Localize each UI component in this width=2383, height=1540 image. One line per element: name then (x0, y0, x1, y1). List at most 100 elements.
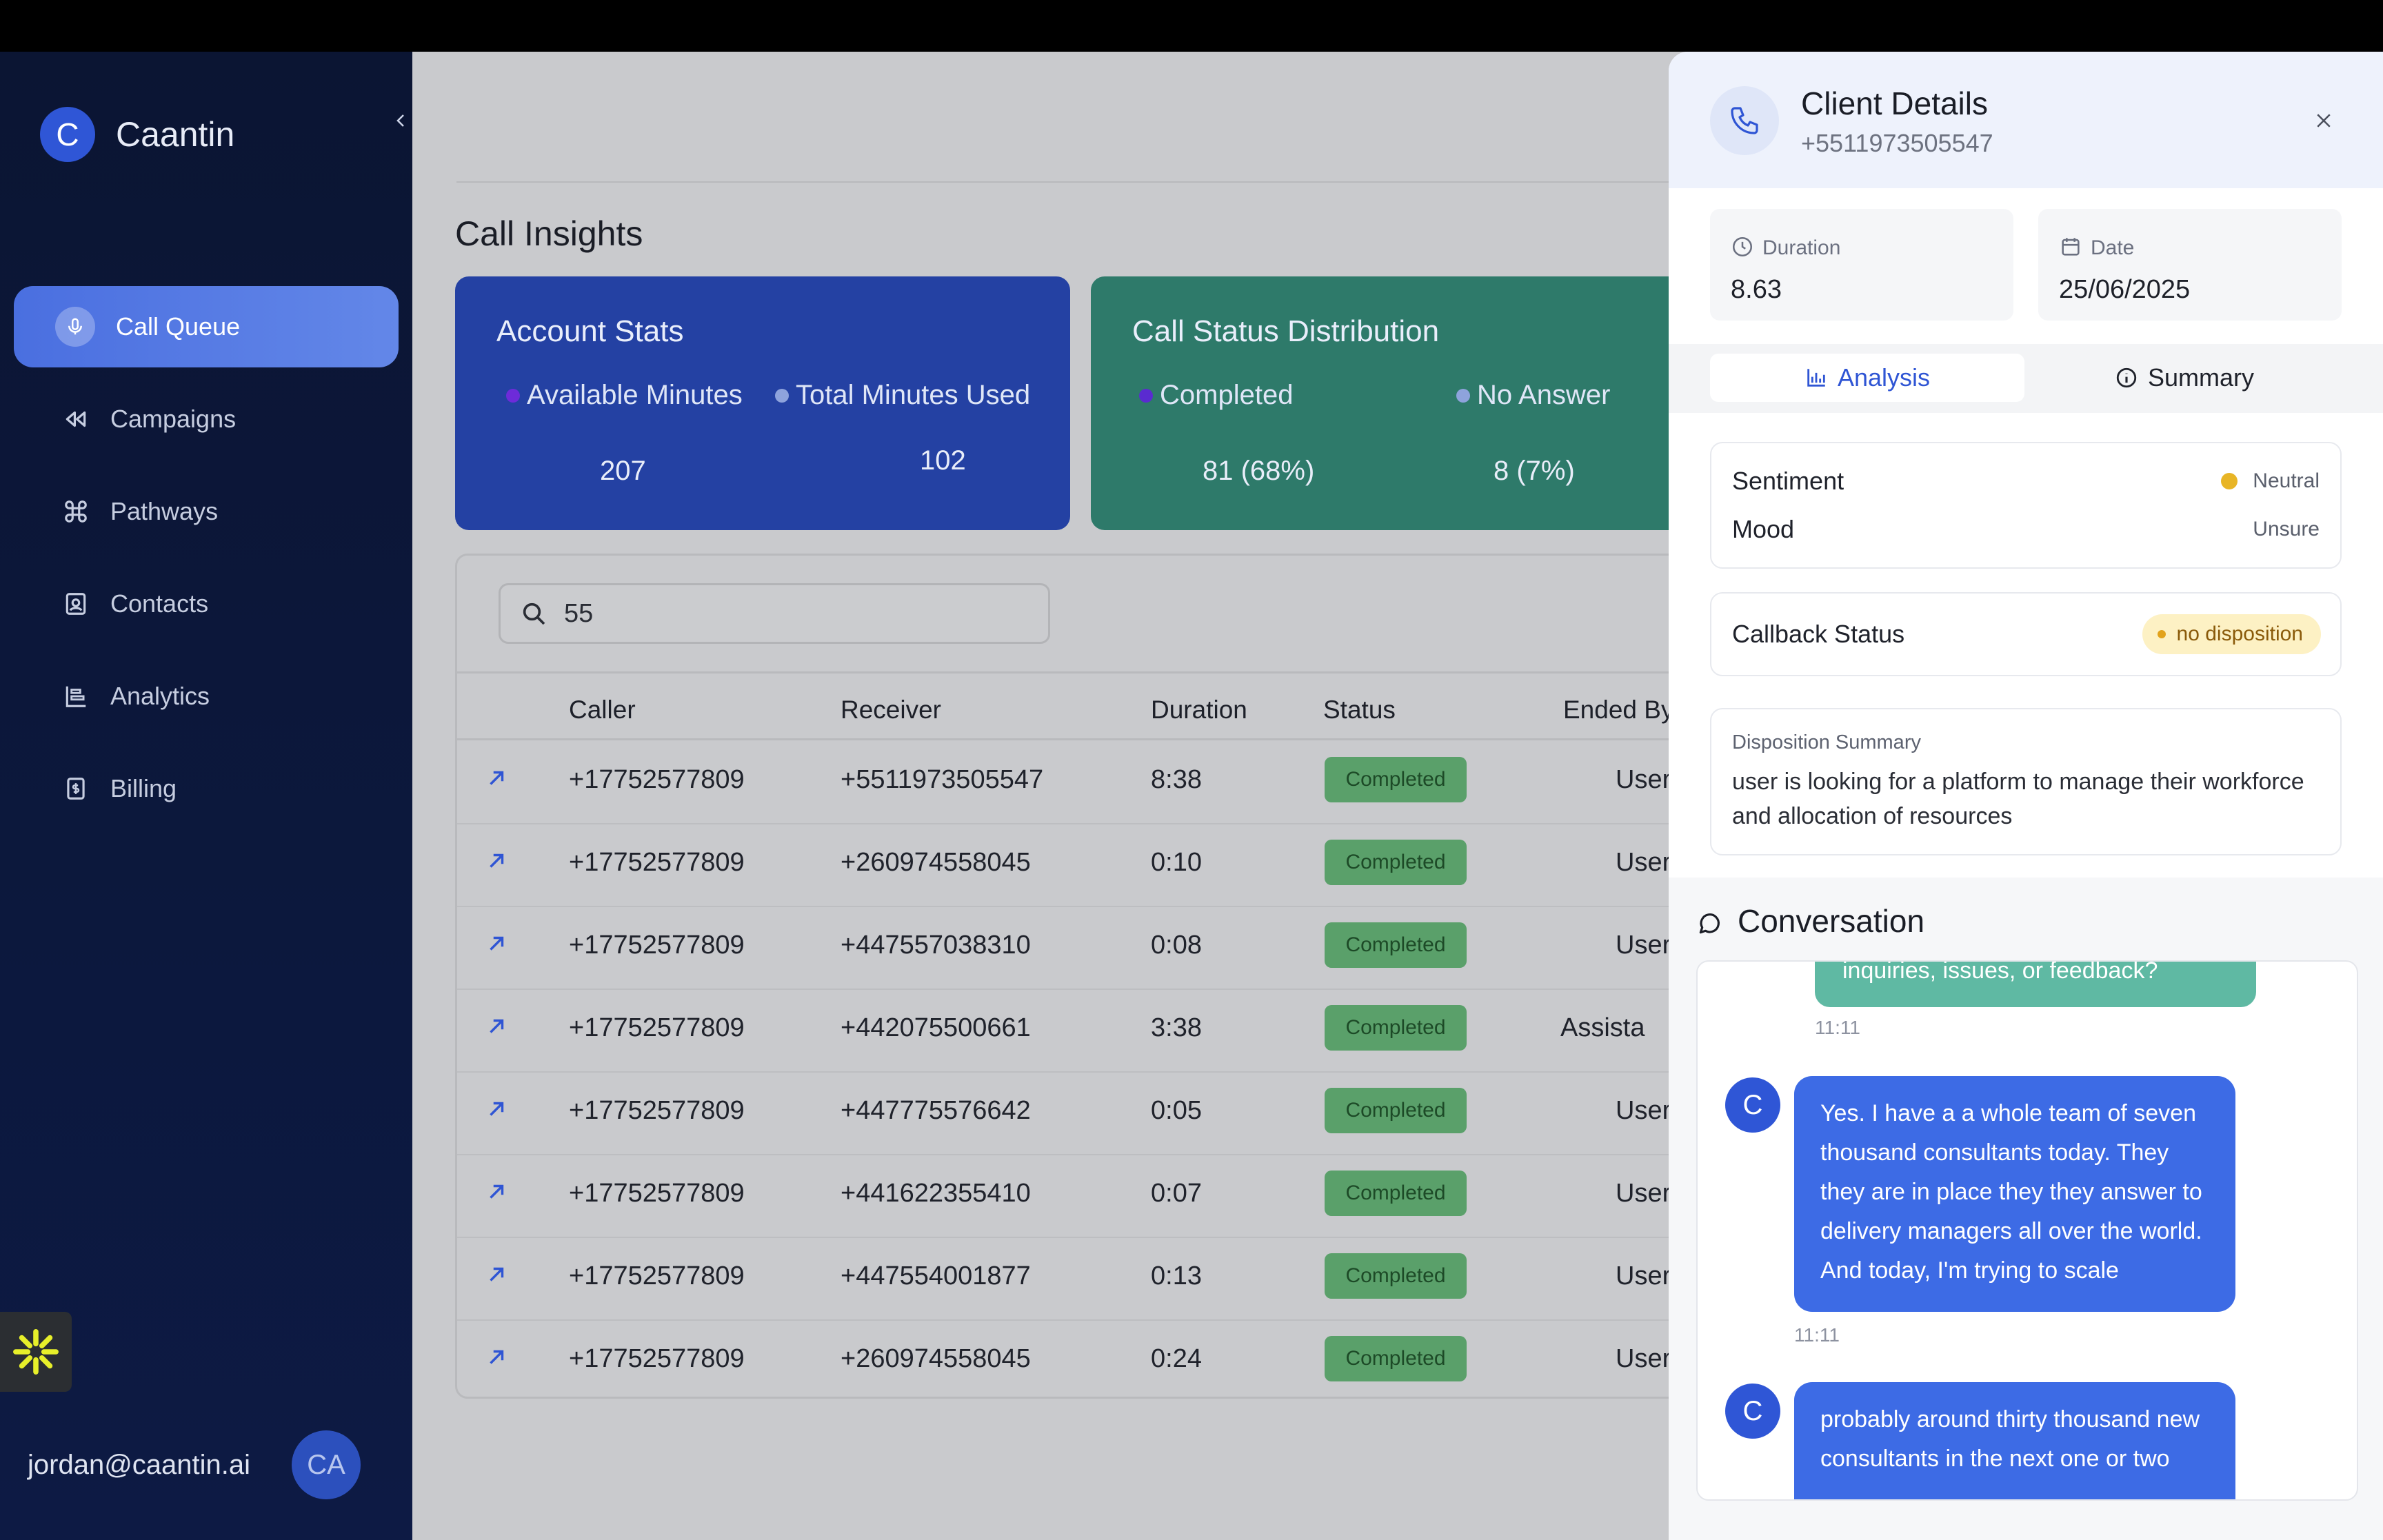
outbound-arrow-icon (490, 1267, 504, 1281)
status-badge: Completed (1325, 1253, 1467, 1299)
cell-caller: +17752577809 (569, 931, 745, 960)
brand[interactable]: C Caantin (40, 107, 234, 162)
os-top-bar (0, 0, 2383, 52)
completed-value: 81 (68%) (1203, 456, 1315, 486)
cell-duration: 0:08 (1151, 931, 1202, 960)
legend-dot (775, 388, 789, 403)
sidebar-item-campaigns[interactable]: Campaigns (14, 378, 399, 460)
avatar[interactable]: CA (292, 1430, 361, 1499)
column-header-status[interactable]: Status (1323, 696, 1396, 725)
clock-icon (1732, 236, 1753, 257)
callback-label: Callback Status (1732, 620, 1905, 648)
column-header-receiver[interactable]: Receiver (841, 696, 941, 725)
cell-ended-by: User (1616, 1262, 1671, 1290)
date-value: 25/06/2025 (2059, 275, 2191, 304)
phone-icon (1710, 86, 1779, 155)
legend-label: Total Minutes Used (796, 380, 1031, 410)
agent-message: inquiries, issues, or feedback? (1815, 962, 2256, 1007)
sparkle-icon (13, 1329, 59, 1375)
outbound-arrow-icon (490, 1019, 504, 1033)
cell-receiver: +447775576642 (841, 1096, 1031, 1125)
panel-header: Client Details +5511973505547 (1669, 52, 2383, 188)
sidebar-item-analytics[interactable]: Analytics (14, 656, 399, 737)
legend-completed: Completed (1139, 380, 1293, 411)
rewind-icon (62, 405, 90, 433)
conversation-thread[interactable]: inquiries, issues, or feedback? 11:11 C … (1696, 960, 2358, 1501)
cell-caller: +17752577809 (569, 765, 745, 794)
sentiment-text: Neutral (2253, 469, 2320, 492)
cell-duration: 8:38 (1151, 765, 1202, 794)
cell-duration: 0:24 (1151, 1344, 1202, 1373)
cell-ended-by: User (1616, 765, 1671, 794)
cell-ended-by: User (1616, 1096, 1671, 1125)
legend-no-answer: No Answer (1456, 380, 1610, 411)
cell-receiver: +441622355410 (841, 1179, 1031, 1208)
search-icon (519, 598, 549, 629)
sidebar-nav: Call Queue Campaigns Pathways Contacts A… (14, 286, 399, 840)
user-email: jordan@caantin.ai (28, 1449, 251, 1480)
client-details-panel: Client Details +5511973505547 Duration 8… (1669, 52, 2383, 1540)
cell-duration: 0:05 (1151, 1096, 1202, 1125)
brand-logo: C (40, 107, 95, 162)
app-window: C Caantin Call Queue Campaigns Pathways … (0, 52, 2383, 1540)
info-icon (2116, 367, 2137, 388)
callback-status-card: Callback Status no disposition (1710, 592, 2342, 676)
cell-caller: +17752577809 (569, 1262, 745, 1290)
sidebar-item-contacts[interactable]: Contacts (14, 563, 399, 645)
cell-ended-by: User (1616, 1179, 1671, 1208)
contact-card-icon (62, 590, 90, 618)
caller-avatar: C (1725, 1384, 1780, 1439)
sidebar-item-billing[interactable]: Billing (14, 748, 399, 829)
status-badge: Completed (1325, 922, 1467, 968)
cell-duration: 0:07 (1151, 1179, 1202, 1208)
legend-dot (506, 388, 520, 403)
sidebar-item-pathways[interactable]: Pathways (14, 471, 399, 552)
user-profile[interactable]: jordan@caantin.ai CA (28, 1430, 361, 1499)
duration-label: Duration (1762, 236, 1841, 259)
brand-name: Caantin (116, 115, 235, 154)
tab-label: Summary (2147, 363, 2255, 392)
command-icon (62, 498, 90, 525)
sidebar-item-label: Billing (110, 774, 177, 802)
sidebar-item-label: Call Queue (116, 312, 241, 341)
assistant-launcher-button[interactable] (0, 1312, 72, 1392)
legend-label: Completed (1160, 380, 1294, 410)
cell-ended-by: User (1616, 931, 1671, 960)
sentiment-label: Sentiment (1732, 467, 1844, 495)
analytics-icon (62, 682, 90, 710)
sidebar-item-label: Campaigns (110, 405, 237, 433)
mood-label: Mood (1732, 515, 1795, 543)
search-input[interactable]: 55 (499, 583, 1050, 644)
outbound-arrow-icon (490, 936, 504, 951)
caller-message: Yes. I have a a whole team of seven thou… (1794, 1076, 2235, 1312)
tab-analysis[interactable]: Analysis (1710, 354, 2024, 402)
neutral-dot (2221, 473, 2238, 489)
status-badge: no disposition (2142, 614, 2321, 654)
available-minutes-value: 207 (600, 456, 646, 486)
outbound-arrow-icon (490, 1350, 504, 1364)
disposition-summary-card: Disposition Summary user is looking for … (1710, 708, 2342, 855)
outbound-arrow-icon (490, 771, 504, 785)
status-badge: Completed (1325, 757, 1467, 802)
legend-total-minutes-used: Total Minutes Used (775, 380, 1030, 411)
sentiment-card: Sentiment Neutral Mood Unsure (1710, 442, 2342, 569)
tab-summary[interactable]: Summary (2027, 354, 2342, 402)
outbound-arrow-icon (490, 853, 504, 868)
column-header-ended-by[interactable]: Ended By (1563, 696, 1673, 725)
column-header-caller[interactable]: Caller (569, 696, 636, 725)
cell-caller: +17752577809 (569, 1179, 745, 1208)
cell-caller: +17752577809 (569, 848, 745, 877)
sentiment-value: Neutral (2221, 469, 2320, 493)
sidebar-item-label: Analytics (110, 682, 210, 710)
legend-dot (1456, 388, 1470, 403)
disposition-text: user is looking for a platform to manage… (1732, 769, 2304, 829)
chat-bubble-icon (1699, 913, 1720, 934)
status-badge: Completed (1325, 840, 1467, 885)
column-header-duration[interactable]: Duration (1151, 696, 1247, 725)
cell-caller: +17752577809 (569, 1344, 745, 1373)
tab-label: Analysis (1837, 363, 1931, 392)
caller-message: probably around thirty thousand new cons… (1794, 1382, 2235, 1499)
sidebar-item-call-queue[interactable]: Call Queue (14, 286, 399, 367)
close-button[interactable] (2310, 107, 2337, 134)
caller-avatar: C (1725, 1077, 1780, 1133)
